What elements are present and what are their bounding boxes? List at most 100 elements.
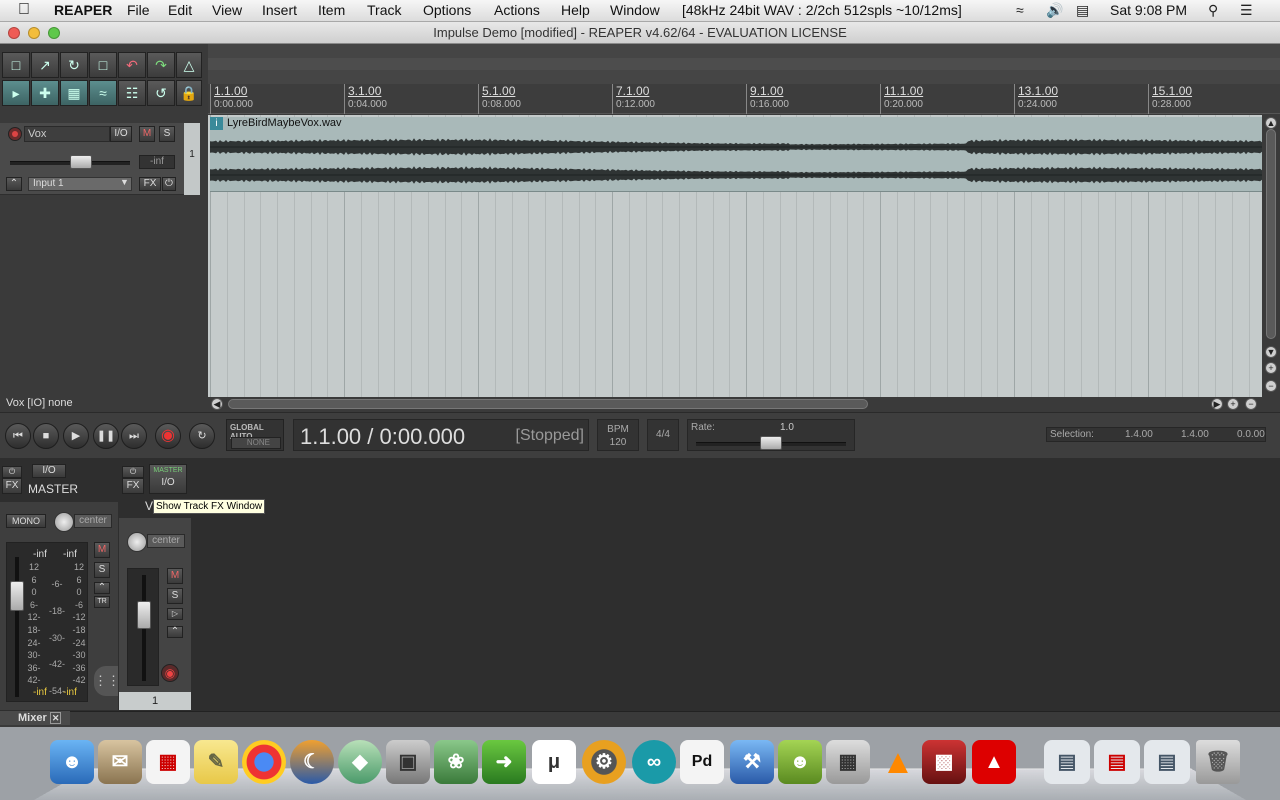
master-solo-button[interactable]: S: [94, 562, 110, 578]
photo-booth-icon[interactable]: ▩: [922, 740, 966, 784]
ripple-edit-icon[interactable]: ✚: [31, 80, 59, 106]
app-menu[interactable]: REAPER: [54, 2, 112, 18]
menu-item[interactable]: Item: [318, 2, 345, 18]
menu-actions[interactable]: Actions: [494, 2, 540, 18]
scroll-right-icon[interactable]: ▶: [1211, 398, 1223, 410]
menu-clock[interactable]: Sat 9:08 PM: [1110, 2, 1187, 18]
go-to-start-icon[interactable]: ⏮: [5, 423, 31, 449]
master-mute-button[interactable]: M: [94, 542, 110, 558]
close-icon[interactable]: ✕: [49, 712, 62, 724]
zoom-horizontal-plus-icon[interactable]: +: [1227, 398, 1239, 410]
metronome-icon[interactable]: △: [176, 52, 202, 78]
vertical-scroll-thumb[interactable]: [1266, 129, 1276, 339]
menu-track[interactable]: Track: [367, 2, 401, 18]
undo-icon[interactable]: ↶: [118, 52, 146, 78]
calendar-icon[interactable]: ▦: [146, 740, 190, 784]
menu-options[interactable]: Options: [423, 2, 471, 18]
time-machine-icon[interactable]: ▤: [1076, 2, 1089, 19]
trash-icon[interactable]: 🗑: [1196, 740, 1240, 784]
master-send-button[interactable]: MASTER I/O: [149, 464, 187, 494]
track-record-arm-icon[interactable]: ◉: [161, 664, 179, 682]
sublime-icon[interactable]: ◆: [338, 740, 382, 784]
envelope-points-icon[interactable]: ☷: [118, 80, 146, 106]
musescore-icon[interactable]: μ: [532, 740, 576, 784]
gear-app-icon[interactable]: ⚙: [582, 740, 626, 784]
track-fx-button[interactable]: FX: [139, 177, 161, 191]
track-strip-number[interactable]: 1: [119, 692, 191, 710]
arduino-icon[interactable]: ∞: [632, 740, 676, 784]
time-signature[interactable]: 4/4: [647, 419, 679, 451]
mail-icon[interactable]: ✉: [98, 740, 142, 784]
minimized-browser-icon[interactable]: ▤: [1144, 740, 1190, 784]
track-vox[interactable]: Vox I/O M S -inf ⌃ Input 1 ▼ FX ⏻: [0, 123, 200, 195]
track-mute-button[interactable]: M: [167, 568, 183, 584]
minimized-window-icon[interactable]: ▤: [1044, 740, 1090, 784]
scroll-up-icon[interactable]: ▲: [1265, 117, 1277, 129]
snap-grid-icon[interactable]: ▸: [2, 80, 30, 106]
horizontal-scroll-thumb[interactable]: [228, 399, 868, 409]
mono-button[interactable]: MONO: [6, 514, 46, 528]
menu-edit[interactable]: Edit: [168, 2, 192, 18]
zoom-horizontal-minus-icon[interactable]: −: [1245, 398, 1257, 410]
repeat-icon[interactable]: ↻: [189, 423, 215, 449]
record-icon[interactable]: ◉: [155, 423, 181, 449]
envelope-icon[interactable]: ⌃: [94, 582, 110, 594]
apple-menu-icon[interactable]: : [18, 1, 30, 19]
volume-icon[interactable]: 🔊: [1046, 2, 1063, 19]
vlc-icon[interactable]: ▲: [876, 740, 920, 784]
envelope-icon[interactable]: ⌃: [167, 626, 183, 638]
eclipse-icon[interactable]: ☾: [290, 740, 334, 784]
scroll-left-icon[interactable]: ◀: [211, 398, 223, 410]
notification-center-icon[interactable]: ☰: [1240, 2, 1253, 19]
master-pan-knob[interactable]: [54, 512, 74, 532]
lock-icon[interactable]: 🔒: [176, 80, 202, 106]
minimized-pdf-icon[interactable]: ▤: [1094, 740, 1140, 784]
android-icon[interactable]: ☻: [778, 740, 822, 784]
zoom-in-vertical-icon[interactable]: ▼: [1265, 346, 1277, 358]
calculator-icon[interactable]: ▦: [826, 740, 870, 784]
zoom-vertical-plus-icon[interactable]: +: [1265, 362, 1277, 374]
track-number[interactable]: 1: [184, 123, 200, 195]
notes-icon[interactable]: ✎: [194, 740, 238, 784]
solo-button[interactable]: S: [159, 126, 175, 142]
track-pan-knob[interactable]: [127, 532, 147, 552]
stop-icon[interactable]: ■: [33, 423, 59, 449]
arrange-view[interactable]: i LyreBirdMaybeVox.wav: [208, 115, 1262, 397]
track-fader[interactable]: [137, 601, 151, 629]
save-project-icon[interactable]: ↻: [60, 52, 88, 78]
mixer-routing-icon[interactable]: ⋮⋮: [94, 666, 120, 696]
open-project-icon[interactable]: ↗: [31, 52, 59, 78]
bpm-display[interactable]: BPM 120: [597, 419, 639, 451]
global-automation[interactable]: GLOBAL AUTO NONE: [226, 419, 284, 451]
finder-icon[interactable]: ☻: [50, 740, 94, 784]
master-io-button[interactable]: I/O: [32, 464, 66, 478]
vertical-scrollbar[interactable]: ▲ ▼ + −: [1262, 115, 1280, 397]
menu-file[interactable]: File: [127, 2, 150, 18]
envelope-icon[interactable]: ⌃: [6, 177, 22, 191]
fx-bypass-icon[interactable]: ⏻: [162, 177, 176, 191]
wifi-icon[interactable]: ≈: [1016, 2, 1024, 18]
loop-icon[interactable]: ↺: [147, 80, 175, 106]
auto-crossfade-icon[interactable]: ≈: [89, 80, 117, 106]
volume-fader-knob[interactable]: [70, 155, 92, 169]
time-display[interactable]: 1.1.00 / 0:00.000 [Stopped]: [293, 419, 589, 451]
zoom-vertical-minus-icon[interactable]: −: [1265, 380, 1277, 392]
record-arm-button[interactable]: [8, 127, 22, 141]
horizontal-scrollbar[interactable]: ◀ ▶ + −: [208, 397, 1280, 411]
track-solo-button[interactable]: S: [167, 588, 183, 604]
mute-button[interactable]: M: [139, 126, 155, 142]
adobe-reader-icon[interactable]: ▲: [972, 740, 1016, 784]
playrate-control[interactable]: Rate: 1.0: [687, 419, 855, 451]
media-item[interactable]: i LyreBirdMaybeVox.wav: [210, 117, 1262, 192]
cube-app-icon[interactable]: ▣: [386, 740, 430, 784]
track-io-button[interactable]: I/O: [110, 126, 132, 142]
track-fx-button[interactable]: FX: [122, 478, 144, 494]
input-select[interactable]: Input 1: [28, 177, 132, 191]
redo-icon[interactable]: ↷: [147, 52, 175, 78]
selection-display[interactable]: Selection: 1.4.00 1.4.00 0.0.00: [1046, 427, 1266, 442]
project-settings-icon[interactable]: □: [89, 52, 117, 78]
master-fx-button[interactable]: FX: [2, 478, 22, 494]
power-icon[interactable]: ⏻: [2, 466, 22, 478]
arrow-app-icon[interactable]: ➜: [482, 740, 526, 784]
menu-insert[interactable]: Insert: [262, 2, 297, 18]
